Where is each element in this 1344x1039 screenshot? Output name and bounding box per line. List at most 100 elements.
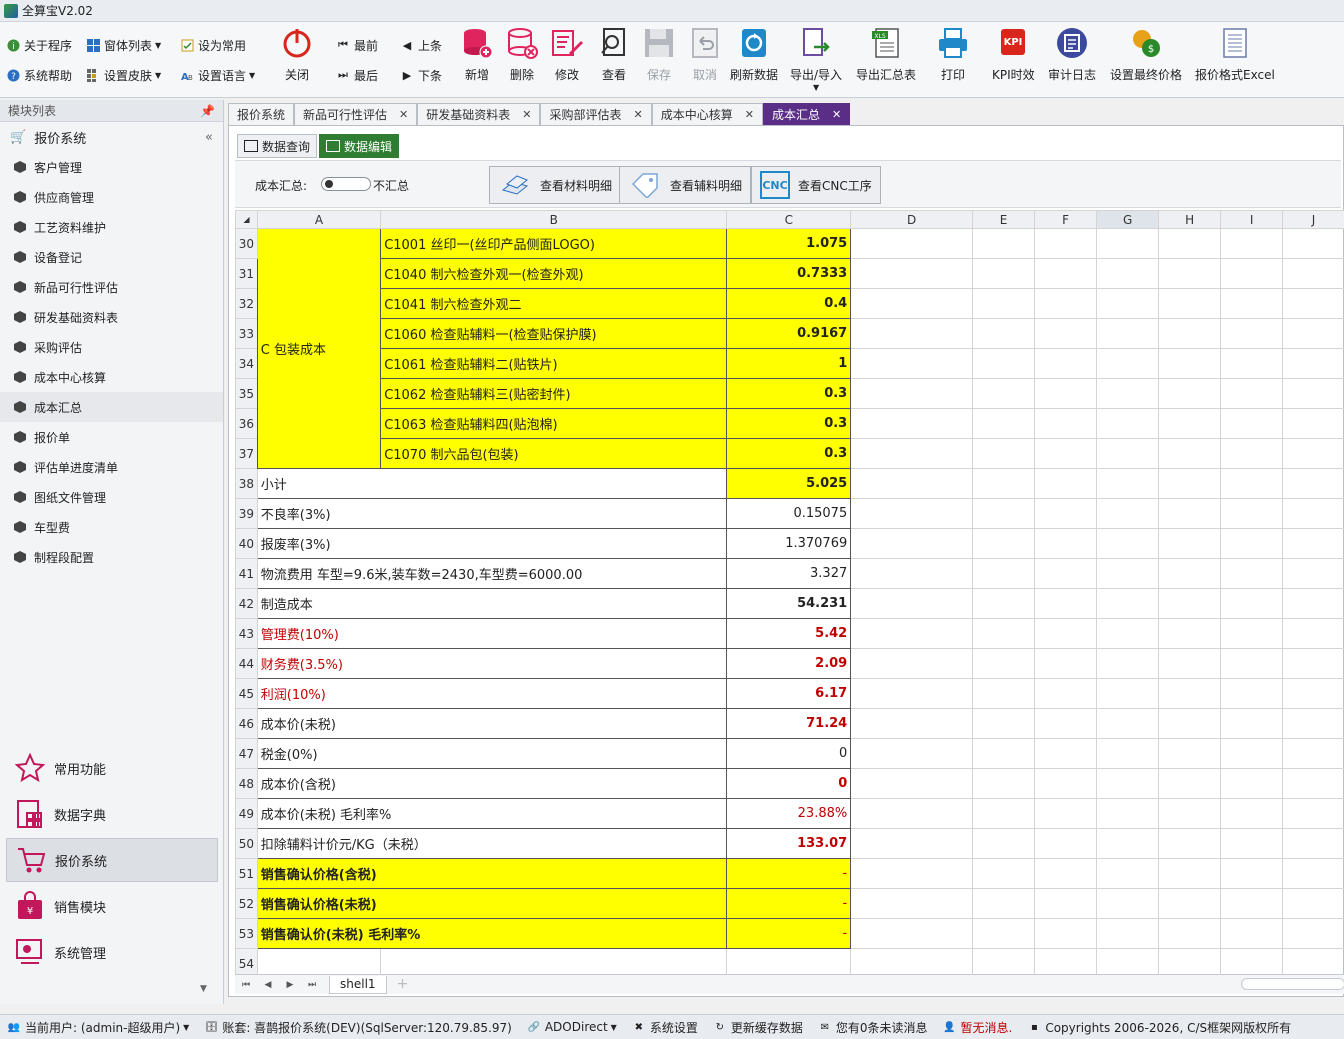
cell[interactable] [1158, 888, 1222, 919]
cell[interactable] [1282, 768, 1344, 799]
cell[interactable] [850, 348, 974, 379]
cell[interactable] [1282, 318, 1344, 349]
row-header[interactable]: 38 [235, 468, 258, 499]
add-button[interactable]: 新增 [460, 26, 494, 96]
final-price-button[interactable]: $ 设置最终价格 [1110, 26, 1182, 96]
row-header[interactable]: 39 [235, 498, 258, 529]
row-header[interactable]: 45 [235, 678, 258, 709]
cell[interactable] [972, 708, 1036, 739]
nav-sales-module[interactable]: ¥ 销售模块 [6, 884, 218, 928]
cell[interactable] [1158, 558, 1222, 589]
cell[interactable] [850, 708, 974, 739]
cell[interactable] [1096, 318, 1160, 349]
cell[interactable] [1220, 378, 1284, 409]
delete-button[interactable]: 删除 [505, 26, 539, 96]
document-tab[interactable]: 新品可行性评估 ✕ [294, 103, 418, 125]
spreadsheet[interactable]: ◢ A B C D E F G H I J 30 C 包装成本 C1001 丝印一(丝印产品侧面LOGO… [235, 210, 1344, 974]
value-cell[interactable]: 0.15075 [726, 498, 852, 529]
nav-favorites[interactable]: 常用功能 [6, 746, 218, 790]
prev-sheet-icon[interactable]: ◀ [257, 980, 279, 990]
cell[interactable] [1220, 588, 1284, 619]
cell[interactable] [1282, 288, 1344, 319]
cell[interactable] [1034, 678, 1098, 709]
view-button[interactable]: 查看 [597, 26, 631, 96]
horizontal-scrollbar[interactable] [1241, 978, 1344, 990]
cell[interactable] [1034, 348, 1098, 379]
cell[interactable] [972, 258, 1036, 289]
cell[interactable] [1034, 918, 1098, 949]
item-cell[interactable]: C1061 检查贴辅料二(贴铁片) [380, 348, 728, 379]
cell[interactable] [850, 378, 974, 409]
cell[interactable] [972, 558, 1036, 589]
close-tab-icon[interactable]: ✕ [399, 108, 408, 121]
sidebar-item[interactable]: 成本中心核算 [0, 362, 223, 392]
cell[interactable] [1034, 738, 1098, 769]
cell[interactable] [1096, 918, 1160, 949]
cell[interactable] [1220, 228, 1284, 259]
cell[interactable] [1220, 768, 1284, 799]
row-header[interactable]: 36 [235, 408, 258, 439]
cell[interactable] [1096, 468, 1160, 499]
cell[interactable] [1034, 828, 1098, 859]
cell[interactable] [1096, 768, 1160, 799]
cell[interactable] [1034, 258, 1098, 289]
cell[interactable] [1282, 498, 1344, 529]
cell[interactable] [972, 408, 1036, 439]
cell[interactable] [1220, 288, 1284, 319]
cell[interactable] [1034, 768, 1098, 799]
row-header[interactable]: 47 [235, 738, 258, 769]
cell[interactable] [1096, 888, 1160, 919]
cell[interactable] [1034, 798, 1098, 829]
sidebar-item[interactable]: 供应商管理 [0, 182, 223, 212]
cell[interactable] [1220, 918, 1284, 949]
row-header[interactable]: 52 [235, 888, 258, 919]
item-cell[interactable]: C1062 检查贴辅料三(贴密封件) [380, 378, 728, 409]
nav-data-dictionary[interactable]: 数据字典 [6, 792, 218, 836]
column-header[interactable]: D [850, 210, 974, 229]
value-cell[interactable]: 5.025 [726, 468, 852, 499]
cell[interactable] [1096, 858, 1160, 889]
cell[interactable] [1158, 618, 1222, 649]
label-cell[interactable]: 销售确认价(未税) 毛利率% [256, 918, 728, 949]
cell[interactable] [1096, 798, 1160, 829]
row-header[interactable]: 32 [235, 288, 258, 319]
label-cell[interactable]: 成本价(未税) [256, 708, 728, 739]
import-export-button[interactable]: 导出/导入 ▼ [790, 26, 842, 96]
cell[interactable] [1282, 858, 1344, 889]
cell[interactable] [1282, 798, 1344, 829]
cell[interactable] [1158, 648, 1222, 679]
cell[interactable] [850, 618, 974, 649]
collapse-icon[interactable]: « [205, 130, 213, 145]
close-button[interactable]: 关闭 [280, 26, 314, 96]
cell[interactable] [1034, 888, 1098, 919]
cell[interactable] [1096, 678, 1160, 709]
window-list-button[interactable]: 窗体列表 ▼ [86, 34, 161, 56]
status-user[interactable]: 👥 当前用户: (admin-超级用户) ▼ [0, 1019, 197, 1036]
view-aux-material-button[interactable]: 查看辅料明细 [619, 166, 752, 204]
cell[interactable] [256, 948, 382, 974]
item-cell[interactable]: C1060 检查贴辅料一(检查贴保护膜) [380, 318, 728, 349]
status-refresh-cache[interactable]: ↻ 更新缓存数据 [706, 1019, 811, 1036]
cell[interactable] [972, 498, 1036, 529]
set-favorite-button[interactable]: 设为常用 [180, 34, 246, 56]
cell[interactable] [1158, 438, 1222, 469]
help-button[interactable]: ? 系统帮助 [6, 64, 72, 86]
cell[interactable] [1282, 678, 1344, 709]
row-header[interactable]: 49 [235, 798, 258, 829]
view-material-button[interactable]: 查看材料明细 [489, 166, 622, 204]
row-header[interactable]: 41 [235, 558, 258, 589]
label-cell[interactable]: 报废率(3%) [256, 528, 728, 559]
cell[interactable] [972, 288, 1036, 319]
item-cell[interactable]: C1040 制六检查外观一(检查外观) [380, 258, 728, 289]
column-header[interactable]: I [1220, 210, 1284, 229]
sidebar-item[interactable]: 工艺资料维护 [0, 212, 223, 242]
row-header[interactable]: 50 [235, 828, 258, 859]
cell[interactable] [1034, 708, 1098, 739]
cell[interactable] [1096, 588, 1160, 619]
cell[interactable] [1158, 258, 1222, 289]
cell[interactable] [1282, 258, 1344, 289]
audit-log-button[interactable]: 审计日志 [1048, 26, 1096, 96]
cell[interactable] [1158, 588, 1222, 619]
column-header[interactable]: J [1282, 210, 1344, 229]
cell[interactable] [850, 468, 974, 499]
